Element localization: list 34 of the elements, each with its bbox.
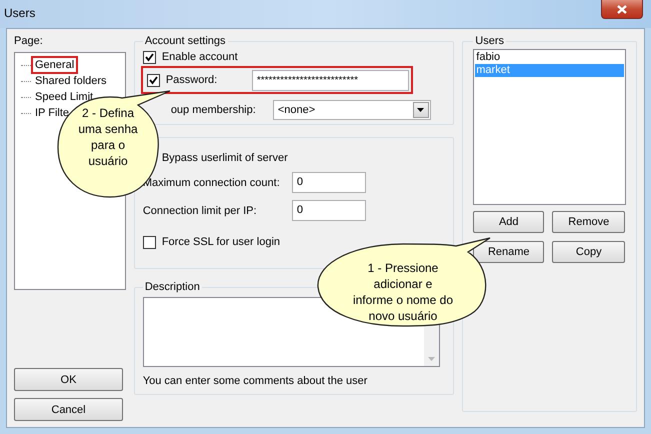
checkbox-label: Enable account	[162, 51, 238, 63]
close-button[interactable]	[601, 0, 643, 19]
group-dropdown[interactable]: <none>	[272, 100, 431, 120]
list-item[interactable]: fabio	[475, 51, 624, 64]
tree-item[interactable]: General	[31, 56, 78, 74]
tree-item[interactable]: Shared folders	[31, 72, 111, 90]
checkbox[interactable]	[146, 74, 160, 86]
ok-button[interactable]: OK	[14, 368, 123, 391]
close-icon	[617, 4, 627, 14]
checkbox-label: Bypass userlimit of server	[162, 152, 288, 164]
checkbox-label: Force SSL for user login	[162, 236, 280, 248]
checkbox[interactable]	[142, 50, 156, 64]
number-field[interactable]: 0	[292, 172, 366, 193]
group-title: Account settings	[144, 35, 227, 47]
group-title: Description	[144, 281, 201, 293]
checkbox-label: Password:	[166, 74, 218, 86]
scroll-down-icon	[428, 357, 435, 361]
callout-text: 2 - Defina uma senha para o usuário	[78, 105, 138, 169]
dropdown-arrow-icon	[417, 108, 424, 112]
user-button[interactable]: Remove	[552, 211, 626, 233]
page-label: Page:	[14, 35, 44, 49]
cancel-button[interactable]: Cancel	[14, 398, 123, 421]
window-title: Users	[4, 6, 36, 20]
user-button[interactable]: Copy	[552, 241, 626, 263]
hint-text: You can enter some comments about the user	[142, 375, 368, 387]
field-label: oup membership:	[170, 104, 256, 116]
password-field[interactable]: **************************	[252, 70, 409, 90]
checkbox[interactable]	[142, 236, 156, 248]
field-label: Connection limit per IP:	[142, 204, 257, 216]
user-button[interactable]: Add	[473, 211, 544, 233]
user-button[interactable]: Rename	[473, 241, 544, 263]
number-field[interactable]: 0	[292, 200, 366, 221]
group-title: Users	[474, 35, 505, 47]
callout-text: 1 - Pressione adicionar e informe o nome do novo usuário	[352, 260, 454, 324]
